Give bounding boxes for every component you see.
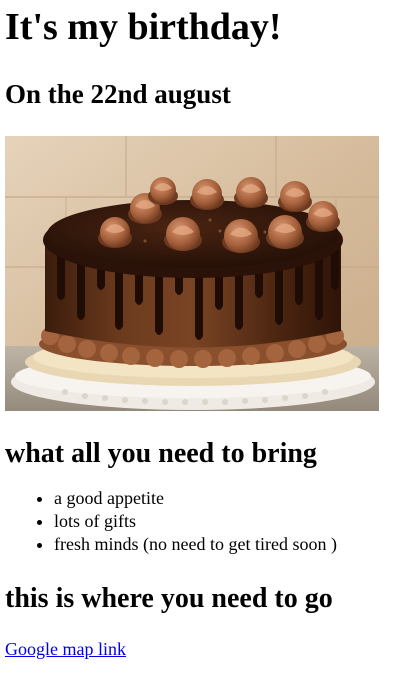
list-item: a good appetite [54, 487, 420, 510]
date-heading: On the 22nd august [5, 79, 231, 109]
page-title: It's my birthday! [5, 6, 282, 48]
list-item: lots of gifts [54, 510, 420, 533]
location-heading: this is where you need to go [5, 583, 333, 614]
bring-list: a good appetite lots of gifts fresh mind… [5, 487, 420, 556]
google-map-link[interactable]: Google map link [5, 638, 126, 660]
list-item: fresh minds (no need to get tired soon ) [54, 533, 420, 556]
cake-image [5, 136, 379, 411]
bring-heading: what all you need to bring [5, 438, 317, 469]
page: It's my birthday! On the 22nd august wha… [0, 0, 420, 691]
